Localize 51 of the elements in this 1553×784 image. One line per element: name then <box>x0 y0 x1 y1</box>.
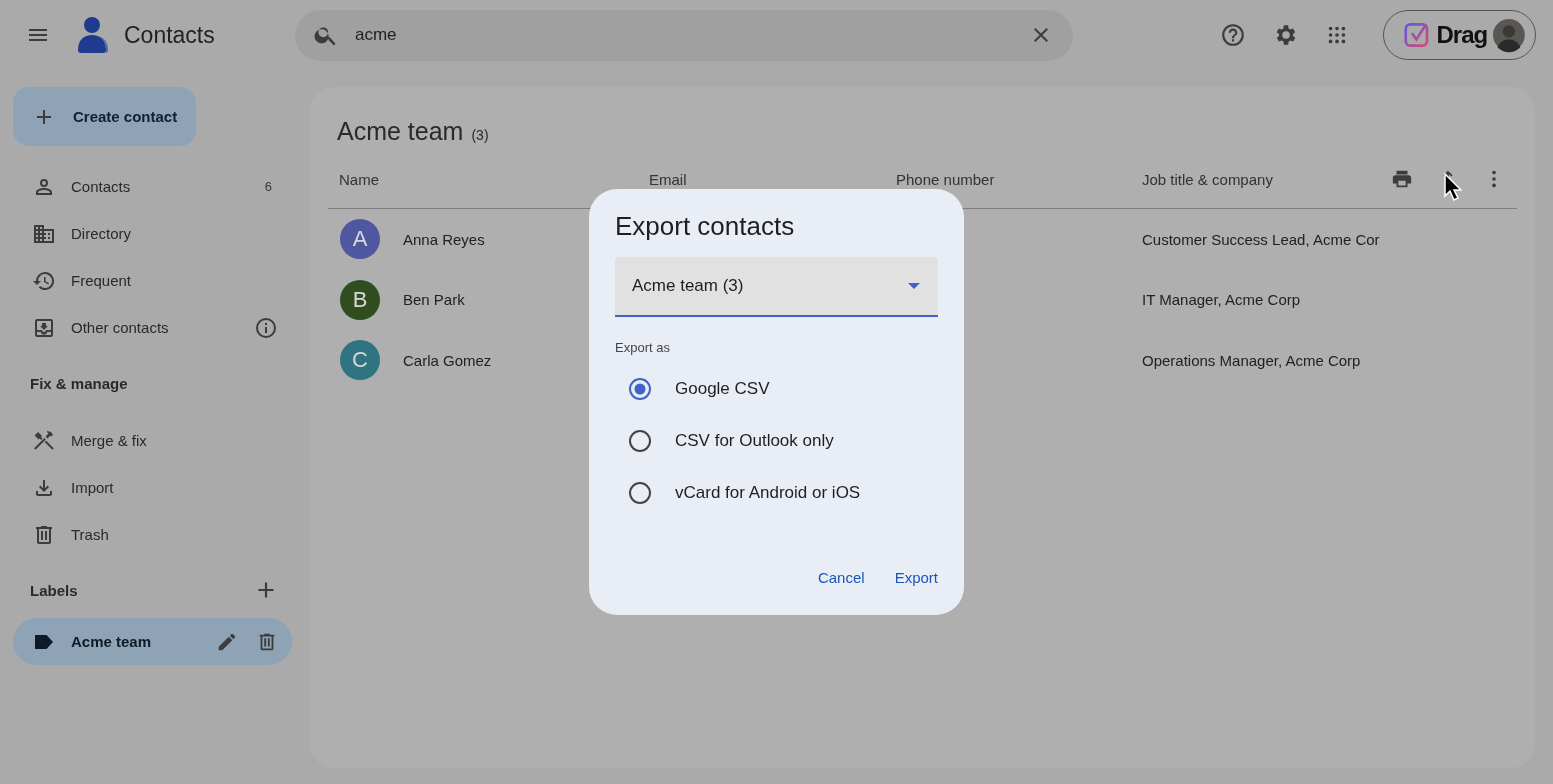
avatar: B <box>340 279 380 320</box>
nav-item[interactable]: Trash <box>13 511 292 558</box>
section-heading: Fix & manage <box>29 373 128 394</box>
radio-label: vCard for Android or iOS <box>675 483 861 503</box>
search-field[interactable]: acme <box>353 24 1029 46</box>
info-icon[interactable] <box>254 315 278 340</box>
column-header: Email <box>649 170 688 188</box>
apps-icon[interactable] <box>1326 24 1348 46</box>
job-title: Customer Success Lead, Acme Cor <box>1142 230 1380 248</box>
contact-name: Carla Gomez <box>403 351 492 369</box>
list-count: (3) <box>471 127 489 143</box>
avatar: A <box>340 219 380 260</box>
section-heading: Labels <box>29 580 78 601</box>
radio-label: Google CSV <box>675 379 770 399</box>
label-item[interactable]: Acme team <box>13 618 292 665</box>
field-label: Export as <box>615 340 671 355</box>
radio-label: CSV for Outlook only <box>675 431 834 451</box>
extension-button[interactable]: Drag <box>1383 10 1536 60</box>
contact-name: Ben Park <box>403 291 465 309</box>
dialog-button[interactable]: Export <box>882 559 950 596</box>
nav-item[interactable]: Directory <box>13 210 292 257</box>
nav-item[interactable]: Frequent <box>13 257 292 304</box>
create-contact-button[interactable]: Create contact <box>13 87 196 146</box>
column-header: Job title & company <box>1142 170 1274 188</box>
tools-icon <box>32 428 56 453</box>
list-title: Acme team <box>337 117 464 146</box>
dialog-button[interactable]: Cancel <box>805 559 877 596</box>
app-title: Contacts <box>124 21 216 49</box>
radio-button[interactable] <box>628 377 652 401</box>
print-icon[interactable] <box>1391 168 1413 190</box>
job-title: IT Manager, Acme Corp <box>1142 291 1301 309</box>
checkbox-logo-icon <box>1404 20 1431 50</box>
avatar-icon[interactable] <box>1493 17 1525 53</box>
nav-item[interactable]: Merge & fix <box>13 417 292 464</box>
nav-item[interactable]: Other contacts <box>13 304 292 351</box>
help-icon[interactable] <box>1220 22 1246 48</box>
app-logo <box>76 16 110 54</box>
column-header: Phone number <box>896 170 996 188</box>
dialog-title: Export contacts <box>615 211 796 243</box>
search-bar[interactable]: acme <box>295 9 1073 61</box>
job-title: Operations Manager, Acme Corp <box>1142 351 1361 369</box>
nav-item[interactable]: Contacts 6 <box>13 163 292 210</box>
group-dropdown[interactable]: Acme team (3) <box>615 257 938 317</box>
cursor-icon <box>1444 173 1462 201</box>
contact-name: Anna Reyes <box>403 230 485 248</box>
column-header: Name <box>339 170 380 188</box>
radio-button[interactable] <box>628 429 652 453</box>
radio-button[interactable] <box>628 481 652 505</box>
nav-item[interactable]: Import <box>13 464 292 511</box>
caret-icon <box>908 283 920 289</box>
avatar: C <box>340 340 380 381</box>
